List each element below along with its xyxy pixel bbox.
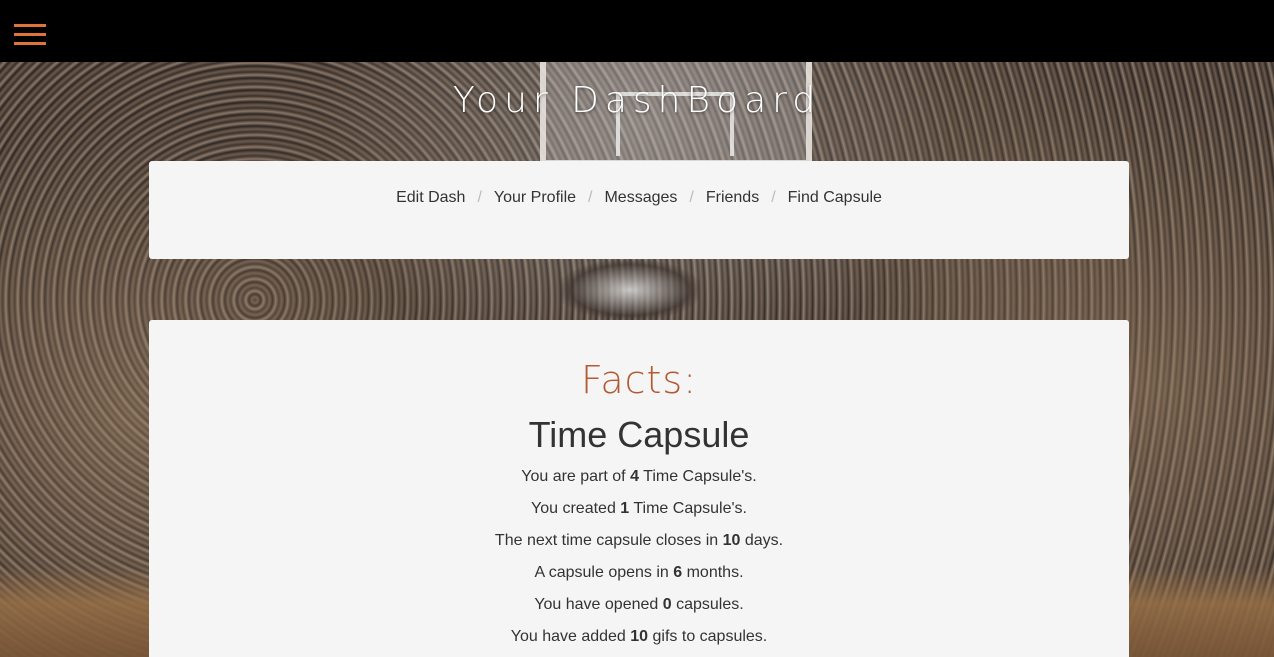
player-figure [560,260,700,320]
breadcrumb-separator: / [689,189,694,206]
fact-value: 0 [662,596,672,613]
fact-line: The next time capsule closes in 10 days. [494,532,784,549]
breadcrumb-separator: / [477,189,482,206]
fact-value: 6 [673,564,683,581]
fact-value: 1 [620,500,630,517]
fact-value: 4 [630,468,639,485]
nav-card: Edit Dash / Your Profile / Messages / Friends /… [149,161,1129,259]
fact-line: You have opened 0 capsules. [534,596,744,613]
fact-line: A capsule opens in 6 months. [534,564,744,581]
nav-link-your-profile[interactable]: Your Profile [494,189,576,206]
page-title: Your DashBoard [452,80,822,121]
breadcrumb-separator: / [588,189,593,206]
fact-line: You are part of 4 Time Capsule's. [521,468,757,485]
hamburger-menu-icon[interactable] [14,24,46,46]
top-navbar [0,0,1274,62]
fact-line: You created 1 Time Capsule's. [531,500,747,517]
fact-line: You have added 10 gifs to capsules. [510,628,768,645]
facts-card: Facts: Time Capsule You are part of 4 Ti… [149,320,1129,657]
nav-link-edit-dash[interactable]: Edit Dash [396,189,465,206]
breadcrumb: Edit Dash / Your Profile / Messages / Friends /… [149,189,1129,207]
fact-value: 10 [630,628,649,645]
fact-value: 10 [722,532,741,549]
facts-heading: Facts: [580,358,698,402]
nav-link-friends[interactable]: Friends [706,189,759,206]
nav-link-messages[interactable]: Messages [604,189,677,206]
breadcrumb-separator: / [771,189,776,206]
time-capsule-heading: Time Capsule [528,414,750,455]
nav-link-find-capsule[interactable]: Find Capsule [788,189,882,206]
